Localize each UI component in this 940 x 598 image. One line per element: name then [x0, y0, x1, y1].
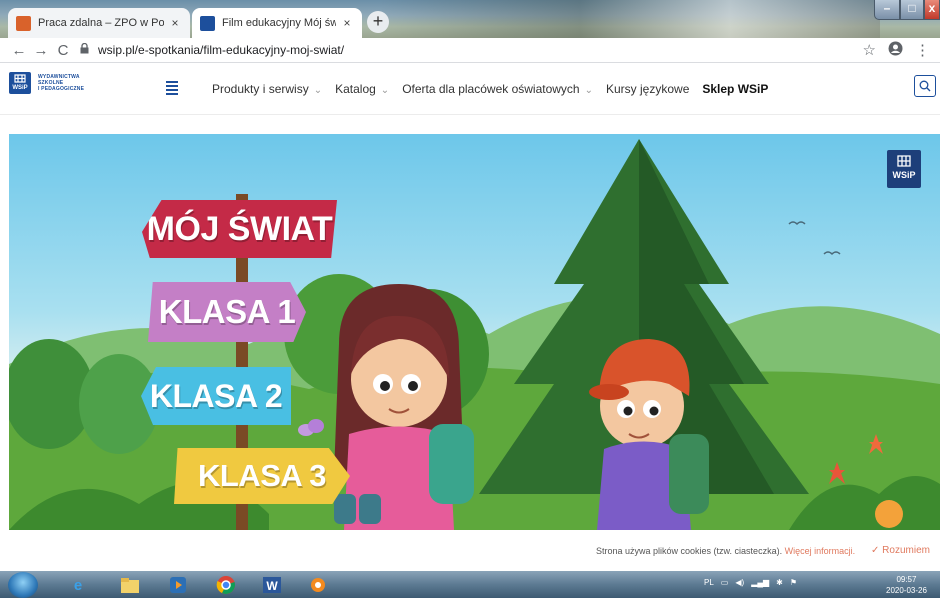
taskbar-clock[interactable]: 09:57 2020-03-26 — [886, 574, 927, 596]
window-minimize-button[interactable]: – — [874, 0, 900, 20]
wsip-logo[interactable]: WSiP WYDAWNICTWA SZKOLNE I PEDAGOGICZNE — [9, 72, 84, 94]
nav-item-oferta[interactable]: Oferta dla placówek oświatowych ⌄ — [402, 82, 593, 96]
hamburger-menu-icon[interactable] — [166, 81, 178, 97]
sign-klasa-1: KLASA 1 — [148, 282, 306, 342]
word-icon[interactable]: W — [254, 573, 290, 597]
media-player-icon[interactable] — [160, 573, 196, 597]
back-arrow-icon[interactable]: ← — [8, 42, 30, 59]
cookie-accept-button[interactable]: ✓ Rozumiem — [871, 545, 930, 556]
settings-gear-icon[interactable] — [300, 573, 336, 597]
search-icon — [919, 80, 931, 92]
check-circle-icon: ✓ — [871, 545, 880, 556]
bookmark-star-icon[interactable]: ☆ — [863, 41, 876, 59]
chevron-down-icon: ⌄ — [380, 85, 390, 96]
tab-close-icon[interactable]: × — [168, 16, 182, 30]
cookie-bar: Strona używa plików cookies (tzw. ciaste… — [0, 530, 940, 571]
browser-toolbar: ← → C wsip.pl/e-spotkania/film-edukacyjn… — [0, 38, 940, 63]
volume-icon[interactable]: ◀) — [735, 578, 744, 587]
internet-explorer-icon[interactable]: e — [60, 573, 96, 597]
cookie-message: Strona używa plików cookies (tzw. ciaste… — [596, 546, 856, 556]
site-header: WSiP WYDAWNICTWA SZKOLNE I PEDAGOGICZNE … — [0, 63, 940, 115]
window-maximize-button[interactable]: □ — [900, 0, 924, 20]
file-explorer-icon[interactable] — [112, 573, 148, 597]
hero-illustration — [9, 139, 940, 530]
new-tab-button[interactable]: + — [367, 11, 389, 33]
tab-title: Praca zdalna – ZPO w Podedwórz — [38, 17, 164, 29]
cookie-more-info-link[interactable]: Więcej informacji. — [785, 546, 856, 556]
network-icon[interactable]: ▭ — [721, 578, 729, 587]
address-bar[interactable]: wsip.pl/e-spotkania/film-edukacyjny-moj-… — [80, 40, 857, 61]
chevron-down-icon: ⌄ — [313, 85, 323, 96]
hero-video-banner[interactable]: MÓJ ŚWIAT KLASA 1 KLASA 2 KLASA 3 WSiP — [9, 134, 940, 530]
sign-klasa-3: KLASA 3 — [174, 448, 350, 504]
wsip-favicon-icon — [200, 15, 215, 31]
main-navigation: Produkty i serwisy ⌄ Katalog ⌄ Oferta dla … — [212, 82, 768, 96]
start-orb-icon[interactable] — [8, 572, 38, 598]
desktop-background — [380, 0, 880, 38]
flag-icon[interactable]: ⚑ — [790, 578, 797, 587]
tab-favicon-icon — [16, 15, 31, 31]
tab-title: Film edukacyjny Mój świat » Wyd — [222, 17, 336, 29]
browser-menu-icon[interactable]: ⋮ — [915, 41, 930, 59]
forward-arrow-icon[interactable]: → — [30, 42, 52, 59]
windows-taskbar: e W PL ▭ ◀) ▂▄▆ ✱ ⚑ 09:57 2020-03-26 — [0, 571, 940, 598]
wsip-logo-text: WYDAWNICTWA SZKOLNE I PEDAGOGICZNE — [38, 74, 85, 92]
tab-film-edukacyjny[interactable]: Film edukacyjny Mój świat » Wyd × — [192, 8, 362, 38]
nav-item-produkty[interactable]: Produkty i serwisy ⌄ — [212, 82, 322, 96]
sign-klasa-2: KLASA 2 — [141, 367, 291, 425]
nav-item-kursy[interactable]: Kursy językowe — [606, 82, 689, 96]
nav-item-katalog[interactable]: Katalog ⌄ — [335, 82, 389, 96]
chevron-down-icon: ⌄ — [584, 85, 593, 96]
profile-icon[interactable] — [888, 41, 903, 60]
language-indicator[interactable]: PL — [704, 578, 714, 587]
reload-icon[interactable]: C — [52, 42, 74, 59]
system-tray: PL ▭ ◀) ▂▄▆ ✱ ⚑ — [704, 578, 797, 587]
chrome-icon[interactable] — [208, 573, 244, 597]
lock-icon — [80, 42, 92, 57]
search-button[interactable] — [914, 75, 936, 97]
tab-close-icon[interactable]: × — [340, 16, 354, 30]
sign-moj-swiat: MÓJ ŚWIAT — [142, 200, 337, 258]
wsip-corner-logo: WSiP — [887, 150, 921, 188]
bluetooth-icon[interactable]: ✱ — [776, 578, 783, 587]
svg-text:W: W — [266, 579, 278, 593]
browser-tab-strip: Praca zdalna – ZPO w Podedwórz × Film ed… — [0, 0, 940, 38]
nav-item-sklep[interactable]: Sklep WSiP — [702, 82, 768, 96]
wsip-logo-mark: WSiP — [9, 72, 31, 94]
window-close-button[interactable]: x — [924, 0, 940, 20]
tab-praca-zdalna[interactable]: Praca zdalna – ZPO w Podedwórz × — [8, 8, 190, 38]
url-text: wsip.pl/e-spotkania/film-edukacyjny-moj-… — [98, 43, 345, 57]
signal-icon[interactable]: ▂▄▆ — [751, 578, 769, 587]
